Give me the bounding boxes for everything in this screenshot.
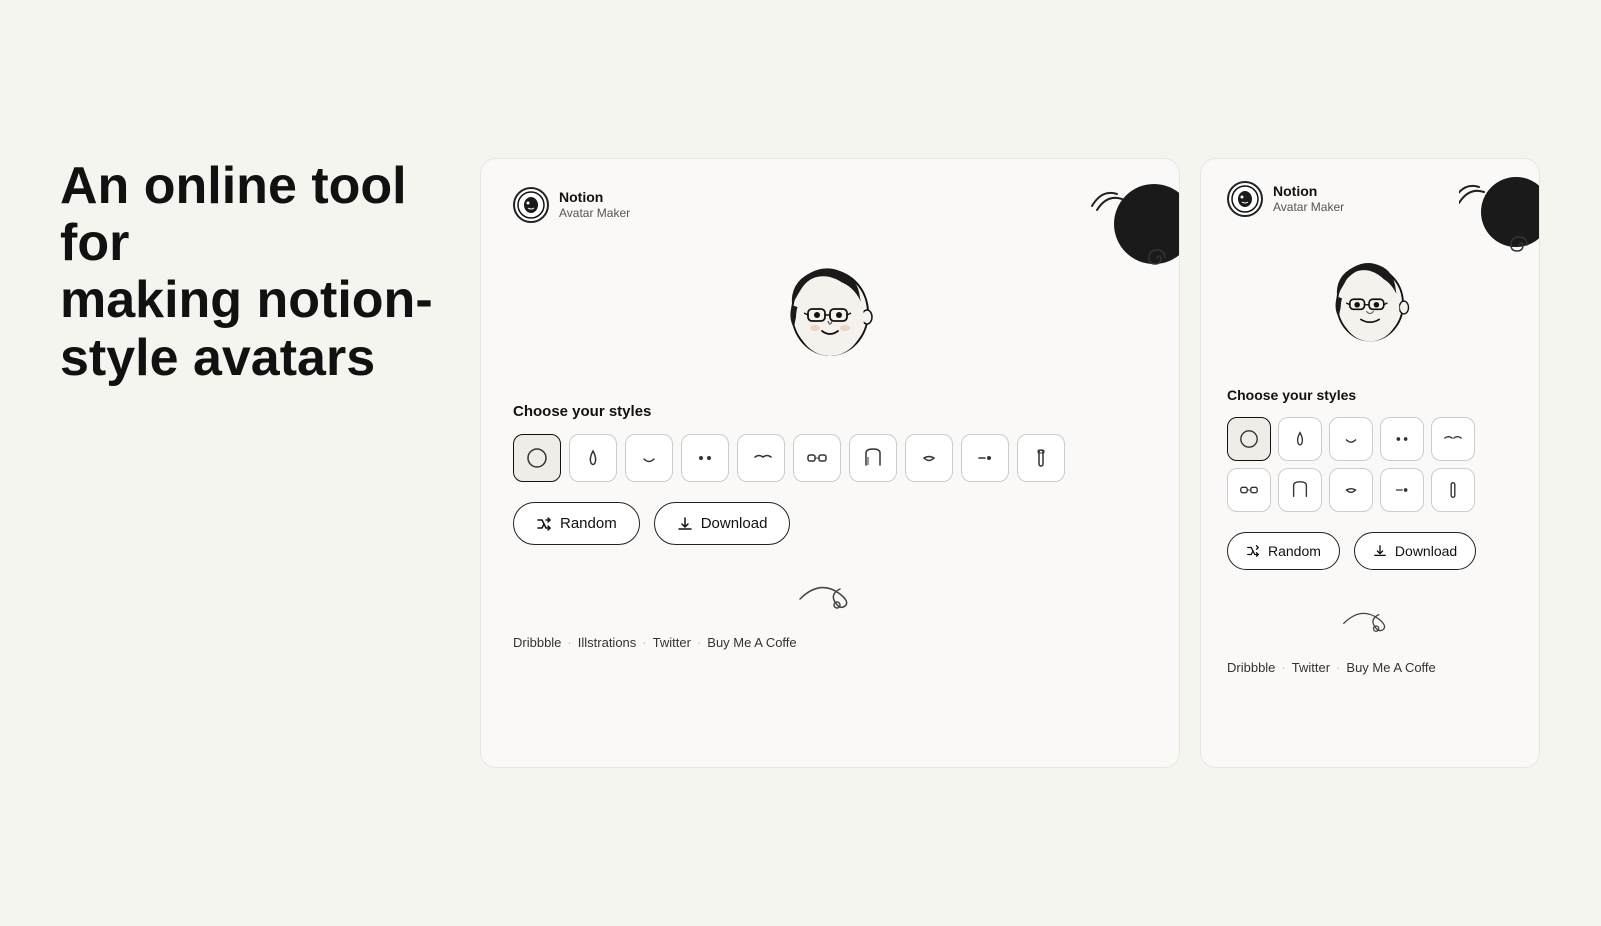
- headline-line2: making notion-style avatars: [60, 271, 433, 386]
- random-button-small[interactable]: Random: [1227, 532, 1340, 570]
- avatar-display: [513, 253, 1147, 373]
- footer-link-dribbble[interactable]: Dribbble: [513, 635, 561, 650]
- footer-link-coffee-sm[interactable]: Buy Me A Coffe: [1346, 660, 1435, 675]
- random-label: Random: [560, 515, 617, 532]
- style-section-label-small: Choose your styles: [1227, 387, 1513, 403]
- logo-title: Notion: [559, 189, 630, 206]
- style-btn-brows-sm[interactable]: [1431, 417, 1475, 461]
- footer-links: Dribbble · Illstrations · Twitter · Buy …: [513, 635, 1147, 650]
- action-row-small: Random Download: [1227, 532, 1513, 570]
- random-button[interactable]: Random: [513, 502, 640, 545]
- logo-icon-small: [1227, 181, 1263, 217]
- footer-links-small: Dribbble · Twitter · Buy Me A Coffe: [1227, 660, 1513, 675]
- style-btn-mark[interactable]: [961, 434, 1009, 482]
- swirl-bottom-decoration: [513, 569, 1147, 619]
- style-grid-small: [1227, 417, 1513, 512]
- corner-decoration: [1089, 179, 1179, 269]
- left-section: An online tool for making notion-style a…: [60, 158, 440, 427]
- download-button[interactable]: Download: [654, 502, 791, 545]
- footer-link-dribbble-sm[interactable]: Dribbble: [1227, 660, 1275, 675]
- headline: An online tool for making notion-style a…: [60, 158, 440, 387]
- logo-subtitle: Avatar Maker: [559, 206, 630, 220]
- download-icon-small: [1373, 544, 1387, 558]
- style-btn-eyes-sm[interactable]: [1380, 417, 1424, 461]
- logo-row: Notion Avatar Maker: [513, 187, 1147, 223]
- spiral-icon-small: [1505, 231, 1533, 253]
- style-btn-mouth[interactable]: [625, 434, 673, 482]
- avatar-preview-small: [1315, 247, 1425, 357]
- style-section-label: Choose your styles: [513, 403, 1147, 420]
- random-icon-small: [1246, 544, 1260, 558]
- style-btn-mark-sm[interactable]: [1380, 468, 1424, 512]
- style-btn-glasses[interactable]: [793, 434, 841, 482]
- download-label-small: Download: [1395, 543, 1457, 559]
- download-icon: [677, 516, 693, 532]
- footer-sep-2: ·: [642, 635, 646, 650]
- style-btn-nose-sm[interactable]: [1278, 417, 1322, 461]
- logo-subtitle-small: Avatar Maker: [1273, 200, 1344, 214]
- logo-title-small: Notion: [1273, 183, 1344, 200]
- download-button-small[interactable]: Download: [1354, 532, 1476, 570]
- style-btn-lips-sm[interactable]: [1329, 468, 1373, 512]
- action-row: Random Download: [513, 502, 1147, 545]
- style-btn-accessory-sm[interactable]: [1431, 468, 1475, 512]
- swirl-bottom-decoration-small: [1227, 594, 1513, 644]
- random-icon: [536, 516, 552, 532]
- logo-text-small: Notion Avatar Maker: [1273, 183, 1344, 214]
- logo-text: Notion Avatar Maker: [559, 189, 630, 220]
- random-label-small: Random: [1268, 543, 1321, 559]
- style-btn-lips[interactable]: [905, 434, 953, 482]
- footer-link-coffee[interactable]: Buy Me A Coffe: [707, 635, 796, 650]
- style-btn-hair-sm[interactable]: [1278, 468, 1322, 512]
- style-btn-eyes[interactable]: [681, 434, 729, 482]
- footer-sep-1: ·: [567, 635, 571, 650]
- corner-decoration-small: [1459, 173, 1539, 253]
- style-btn-hair[interactable]: [849, 434, 897, 482]
- footer-link-twitter[interactable]: Twitter: [653, 635, 691, 650]
- style-grid: [513, 434, 1147, 482]
- style-btn-nose[interactable]: [569, 434, 617, 482]
- logo-icon: [513, 187, 549, 223]
- style-btn-brows[interactable]: [737, 434, 785, 482]
- footer-sep-3: ·: [697, 635, 701, 650]
- avatar-display-small: [1227, 247, 1513, 357]
- style-btn-face[interactable]: [513, 434, 561, 482]
- style-btn-face-sm[interactable]: [1227, 417, 1271, 461]
- download-label: Download: [701, 515, 768, 532]
- headline-line1: An online tool for: [60, 157, 407, 272]
- secondary-card: Notion Avatar Maker: [1200, 158, 1540, 768]
- style-btn-glasses-sm[interactable]: [1227, 468, 1271, 512]
- footer-link-twitter-sm[interactable]: Twitter: [1292, 660, 1330, 675]
- main-card: Notion Avatar Maker: [480, 158, 1180, 768]
- style-btn-mouth-sm[interactable]: [1329, 417, 1373, 461]
- avatar-preview: [770, 253, 890, 373]
- page-layout: An online tool for making notion-style a…: [60, 158, 1540, 768]
- spiral-icon: [1143, 244, 1171, 269]
- cards-section: Notion Avatar Maker: [480, 158, 1540, 768]
- footer-link-illustrations[interactable]: Illstrations: [578, 635, 637, 650]
- style-btn-accessory[interactable]: [1017, 434, 1065, 482]
